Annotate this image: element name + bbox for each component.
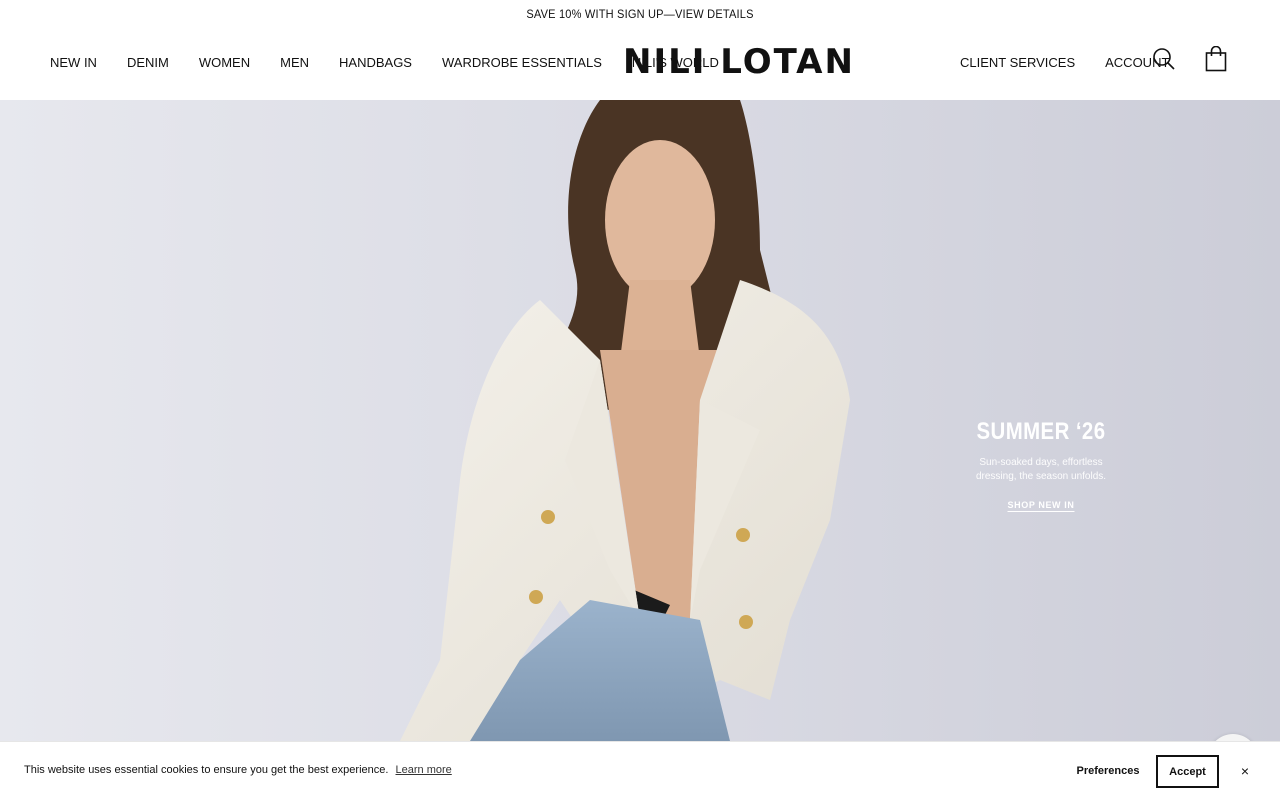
nav-handbags[interactable]: HANDBAGS xyxy=(339,55,412,70)
shopping-bag-icon xyxy=(1205,46,1227,72)
hero-subtitle-line-1: Sun-soaked days, effortless xyxy=(979,457,1103,468)
cart-button[interactable] xyxy=(1203,44,1229,74)
search-button[interactable] xyxy=(1150,45,1178,73)
hero-banner[interactable]: SUMMER ‘26 Sun-soaked days, effortless d… xyxy=(0,100,1280,741)
shop-new-in-link[interactable]: SHOP NEW IN xyxy=(1008,500,1075,510)
hero-title: SUMMER ‘26 xyxy=(976,418,1106,445)
nav-wardrobe-essentials[interactable]: WARDROBE ESSENTIALS xyxy=(442,55,602,70)
close-icon[interactable]: × xyxy=(1236,761,1254,781)
promo-text[interactable]: SAVE 10% WITH SIGN UP—VIEW DETAILS xyxy=(526,7,753,21)
hero-copy: SUMMER ‘26 Sun-soaked days, effortless d… xyxy=(960,418,1122,513)
primary-nav: NEW IN DENIM WOMEN MEN HANDBAGS WARDROBE… xyxy=(50,55,719,70)
accept-button[interactable]: Accept xyxy=(1156,755,1219,788)
utility-nav: CLIENT SERVICES ACCOUNT xyxy=(960,55,1169,70)
hero-subtitle-line-2: dressing, the season unfolds. xyxy=(975,471,1107,482)
learn-more-link[interactable]: Learn more xyxy=(396,764,452,776)
hero-subtitle: Sun-soaked days, effortless dressing, th… xyxy=(960,456,1122,484)
nav-client-services[interactable]: CLIENT SERVICES xyxy=(960,55,1075,70)
nav-denim[interactable]: DENIM xyxy=(127,55,169,70)
cookie-banner: This website uses essential cookies to e… xyxy=(0,741,1280,800)
nav-new-in[interactable]: NEW IN xyxy=(50,55,97,70)
search-icon xyxy=(1153,48,1175,70)
cookie-message-text: This website uses essential cookies to e… xyxy=(24,764,389,776)
promo-bar[interactable]: SAVE 10% WITH SIGN UP—VIEW DETAILS xyxy=(51,0,1229,28)
brand-logo[interactable]: NILI LOTAN xyxy=(623,45,905,79)
nav-women[interactable]: WOMEN xyxy=(199,55,250,70)
preferences-button[interactable]: Preferences xyxy=(1072,756,1144,786)
site-header: NEW IN DENIM WOMEN MEN HANDBAGS WARDROBE… xyxy=(0,28,1280,100)
nav-men[interactable]: MEN xyxy=(280,55,309,70)
cookie-message: This website uses essential cookies to e… xyxy=(24,764,452,776)
